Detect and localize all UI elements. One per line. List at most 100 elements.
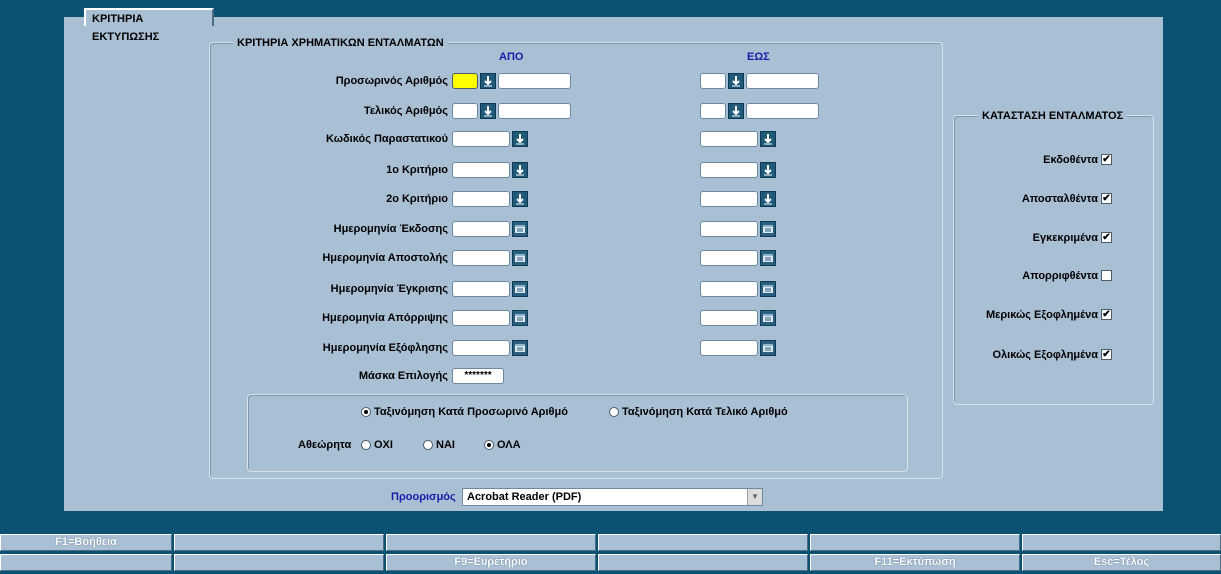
- unchecked-no-radio[interactable]: [361, 440, 371, 450]
- criteria-row-label: Ημερομηνία Απόρριψης: [322, 312, 448, 324]
- arrow-down-icon[interactable]: [512, 191, 528, 207]
- sort-final-label: Ταξινόμηση Κατά Τελικό Αριθμό: [622, 406, 788, 418]
- to-date-field[interactable]: [700, 221, 758, 237]
- from-number-field[interactable]: [498, 73, 571, 89]
- from-prefix-field[interactable]: [452, 103, 478, 119]
- status-item-label: Μερικώς Εξοφλημένα: [985, 309, 1098, 321]
- criteria-row-label: Ημερομηνία Αποστολής: [322, 252, 448, 264]
- destination-label: Προορισμός: [391, 491, 456, 503]
- criteria-row-label: 2ο Κριτήριο: [386, 193, 448, 205]
- function-key-row1-2[interactable]: [174, 534, 384, 551]
- status-item-label: Απορριφθέντα: [1022, 270, 1098, 282]
- status-item-label: Αποσταλθέντα: [1021, 193, 1098, 205]
- status-item-checkbox[interactable]: [1101, 270, 1112, 281]
- calendar-icon[interactable]: [512, 310, 528, 326]
- function-key-row2-1[interactable]: [0, 554, 172, 571]
- function-key-row2-2[interactable]: [174, 554, 384, 571]
- status-item-checkbox[interactable]: ✔: [1101, 232, 1112, 243]
- from-date-field[interactable]: [452, 221, 510, 237]
- arrow-down-icon[interactable]: [480, 103, 496, 119]
- arrow-down-icon[interactable]: [480, 73, 496, 89]
- to-value-field[interactable]: [700, 162, 758, 178]
- criteria-row-label: Ημερομηνία Έγκρισης: [330, 283, 448, 295]
- status-group-title: ΚΑΤΑΣΤΑΣΗ ΕΝΤΑΛΜΑΤΟΣ: [978, 110, 1128, 123]
- function-key-row1-3[interactable]: [386, 534, 596, 551]
- destination-value: Acrobat Reader (PDF): [467, 491, 582, 503]
- sort-options-group: [247, 394, 908, 472]
- to-date-field[interactable]: [700, 340, 758, 356]
- function-key-row1-4[interactable]: [598, 534, 808, 551]
- unchecked-no-label: ΟΧΙ: [374, 439, 393, 451]
- arrow-down-icon[interactable]: [760, 131, 776, 147]
- destination-select[interactable]: Acrobat Reader (PDF) ▼: [462, 488, 763, 506]
- function-key-row2-6[interactable]: Esc=Τέλος: [1022, 554, 1221, 571]
- from-value-field[interactable]: [452, 131, 510, 147]
- to-prefix-field[interactable]: [700, 103, 726, 119]
- unchecked-yes-radio[interactable]: [423, 440, 433, 450]
- status-item-label: Εκδοθέντα: [1043, 154, 1098, 166]
- arrow-down-icon[interactable]: [760, 191, 776, 207]
- unchecked-all-label: ΟΛΑ: [497, 439, 521, 451]
- status-item-label: Ολικώς Εξοφλημένα: [992, 349, 1098, 361]
- status-item-label: Εγκεκριμένα: [1032, 232, 1098, 244]
- to-date-field[interactable]: [700, 310, 758, 326]
- status-item-checkbox[interactable]: ✔: [1101, 349, 1112, 360]
- arrow-down-icon[interactable]: [728, 73, 744, 89]
- to-column-header: ΕΩΣ: [747, 51, 770, 63]
- from-date-field[interactable]: [452, 250, 510, 266]
- function-key-row2-5[interactable]: F11=Εκτύπωση: [810, 554, 1020, 571]
- from-number-field[interactable]: [498, 103, 571, 119]
- calendar-icon[interactable]: [512, 340, 528, 356]
- calendar-icon[interactable]: [512, 250, 528, 266]
- tab-print-criteria[interactable]: ΚΡΙΤΗΡΙΑ ΕΚΤΥΠΩΣΗΣ: [84, 8, 214, 43]
- calendar-icon[interactable]: [760, 340, 776, 356]
- arrow-down-icon[interactable]: [728, 103, 744, 119]
- function-key-row2-3[interactable]: F9=Ευρετήριο: [386, 554, 596, 571]
- unchecked-yes-label: ΝΑΙ: [436, 439, 455, 451]
- from-date-field[interactable]: [452, 310, 510, 326]
- calendar-icon[interactable]: [760, 281, 776, 297]
- sort-final-radio[interactable]: [609, 407, 619, 417]
- from-column-header: ΑΠΟ: [499, 51, 524, 63]
- to-date-field[interactable]: [700, 281, 758, 297]
- arrow-down-icon[interactable]: [512, 162, 528, 178]
- from-date-field[interactable]: [452, 340, 510, 356]
- mask-label: Μάσκα Επιλογής: [358, 370, 448, 382]
- function-key-row2-4[interactable]: [598, 554, 808, 571]
- status-item-checkbox[interactable]: ✔: [1101, 154, 1112, 165]
- calendar-icon[interactable]: [760, 221, 776, 237]
- calendar-icon[interactable]: [512, 221, 528, 237]
- calendar-icon[interactable]: [760, 250, 776, 266]
- criteria-row-label: Ημερομηνία Έκδοσης: [333, 223, 448, 235]
- function-key-row1-5[interactable]: [810, 534, 1020, 551]
- criteria-group-title: ΚΡΙΤΗΡΙΑ ΧΡΗΜΑΤΙΚΩΝ ΕΝΤΑΛΜΑΤΩΝ: [233, 37, 448, 50]
- to-value-field[interactable]: [700, 191, 758, 207]
- to-value-field[interactable]: [700, 131, 758, 147]
- chevron-down-icon[interactable]: ▼: [747, 489, 762, 505]
- from-value-field[interactable]: [452, 162, 510, 178]
- calendar-icon[interactable]: [512, 281, 528, 297]
- to-number-field[interactable]: [746, 103, 819, 119]
- criteria-row-label: Ημερομηνία Εξόφλησης: [322, 342, 448, 354]
- criteria-row-label: 1ο Κριτήριο: [386, 164, 448, 176]
- from-value-field[interactable]: [452, 191, 510, 207]
- to-prefix-field[interactable]: [700, 73, 726, 89]
- function-key-row1-6[interactable]: [1022, 534, 1221, 551]
- criteria-row-label: Προσωρινός Αριθμός: [335, 75, 448, 87]
- unchecked-all-radio[interactable]: [484, 440, 494, 450]
- criteria-row-label: Τελικός Αριθμός: [363, 105, 448, 117]
- unchecked-label: Αθεώρητα: [298, 439, 352, 451]
- to-date-field[interactable]: [700, 250, 758, 266]
- mask-input[interactable]: *******: [452, 368, 504, 384]
- arrow-down-icon[interactable]: [512, 131, 528, 147]
- status-item-checkbox[interactable]: ✔: [1101, 193, 1112, 204]
- from-prefix-field[interactable]: [452, 73, 478, 89]
- to-number-field[interactable]: [746, 73, 819, 89]
- criteria-row-label: Κωδικός Παραστατικού: [326, 133, 448, 145]
- sort-temporary-radio[interactable]: [361, 407, 371, 417]
- function-key-row1-1[interactable]: F1=Βοήθεια: [0, 534, 172, 551]
- arrow-down-icon[interactable]: [760, 162, 776, 178]
- calendar-icon[interactable]: [760, 310, 776, 326]
- from-date-field[interactable]: [452, 281, 510, 297]
- status-item-checkbox[interactable]: ✔: [1101, 309, 1112, 320]
